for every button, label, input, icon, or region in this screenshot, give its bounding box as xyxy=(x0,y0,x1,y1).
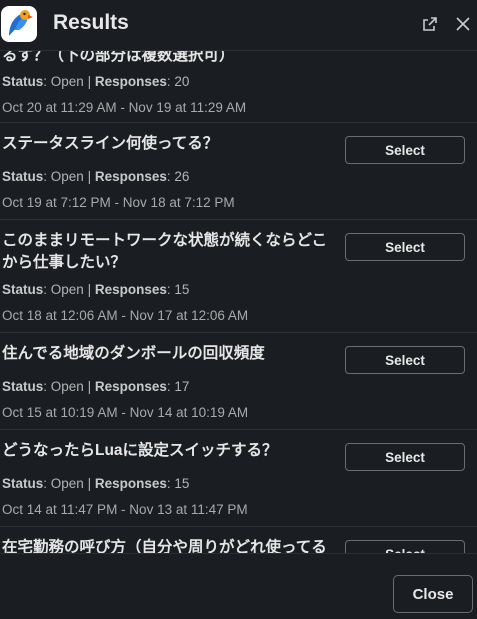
list-item: どうなったらLuaに設定スイッチする？ Select Status: Open … xyxy=(0,430,477,527)
external-link-icon[interactable] xyxy=(421,15,439,33)
list-item: 在宅勤務の呼び方（自分や周りがどれ使ってる Select xyxy=(0,527,477,553)
date-range: Oct 14 at 11:47 PM - Nov 13 at 11:47 PM xyxy=(2,502,248,517)
select-button[interactable]: Select xyxy=(345,136,465,164)
status-line: Status: Open | Responses: 15 xyxy=(2,476,190,491)
question-title: どうなったらLuaに設定スイッチする？ xyxy=(2,442,278,459)
date-range: Oct 19 at 7:12 PM - Nov 18 at 7:12 PM xyxy=(2,195,235,210)
list-item: るす？（下の部分は複数選択可） Status: Open | Responses… xyxy=(0,51,477,123)
question-title: 在宅勤務の呼び方（自分や周りがどれ使ってる xyxy=(2,539,327,553)
question-title: ステータスライン何使ってる？ xyxy=(2,135,219,152)
select-button[interactable]: Select xyxy=(345,233,465,261)
question-title: このままリモートワークな状態が続くならどこから仕事したい？ xyxy=(2,232,328,271)
date-range: Oct 18 at 12:06 AM - Nov 17 at 12:06 AM xyxy=(2,308,249,323)
date-range: Oct 15 at 10:19 AM - Nov 14 at 10:19 AM xyxy=(2,405,249,420)
results-list[interactable]: るす？（下の部分は複数選択可） Status: Open | Responses… xyxy=(0,51,477,553)
modal-footer: Close xyxy=(0,553,477,619)
parrot-logo xyxy=(1,6,37,42)
select-button[interactable]: Select xyxy=(345,540,465,553)
status-line: Status: Open | Responses: 26 xyxy=(2,169,190,184)
question-title: るす？（下の部分は複数選択可） xyxy=(2,51,235,64)
status-line: Status: Open | Responses: 17 xyxy=(2,379,190,394)
page-title: Results xyxy=(53,11,129,34)
select-button[interactable]: Select xyxy=(345,443,465,471)
list-item: 住んでる地域のダンボールの回収頻度 Select Status: Open | … xyxy=(0,333,477,430)
status-line: Status: Open | Responses: 20 xyxy=(2,74,190,89)
list-item: このままリモートワークな状態が続くならどこから仕事したい？ Select Sta… xyxy=(0,220,477,333)
date-range: Oct 20 at 11:29 AM - Nov 19 at 11:29 AM xyxy=(2,100,247,115)
close-icon[interactable] xyxy=(454,15,472,33)
close-button[interactable]: Close xyxy=(393,575,473,613)
status-line: Status: Open | Responses: 15 xyxy=(2,282,190,297)
modal-header: Results xyxy=(0,0,477,51)
list-item: ステータスライン何使ってる？ Select Status: Open | Res… xyxy=(0,123,477,220)
question-title: 住んでる地域のダンボールの回収頻度 xyxy=(2,345,265,362)
select-button[interactable]: Select xyxy=(345,346,465,374)
